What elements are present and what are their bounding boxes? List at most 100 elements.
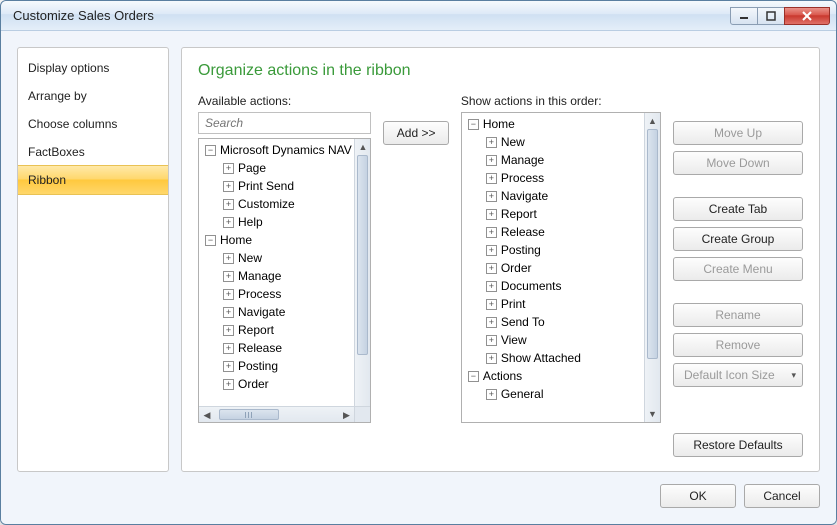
expand-icon[interactable]: + bbox=[486, 245, 497, 256]
expand-icon[interactable]: + bbox=[486, 173, 497, 184]
expand-icon[interactable]: + bbox=[486, 263, 497, 274]
minimize-button[interactable] bbox=[730, 7, 758, 25]
remove-button[interactable]: Remove bbox=[673, 333, 803, 357]
expand-icon[interactable]: + bbox=[223, 289, 234, 300]
scroll-thumb[interactable] bbox=[647, 129, 658, 359]
expand-icon[interactable]: + bbox=[223, 325, 234, 336]
expand-icon[interactable]: + bbox=[486, 137, 497, 148]
tree-row[interactable]: +Customize bbox=[199, 195, 354, 213]
tree-row[interactable]: + Release bbox=[199, 339, 354, 357]
tree-item-label: Documents bbox=[501, 277, 562, 295]
restore-defaults-button[interactable]: Restore Defaults bbox=[673, 433, 803, 457]
tree-row[interactable]: +Report bbox=[199, 321, 354, 339]
horizontal-scrollbar[interactable]: ◀ ▶ bbox=[199, 406, 354, 422]
sidebar-item-ribbon[interactable]: Ribbon bbox=[18, 165, 168, 195]
tree-row[interactable]: +Posting bbox=[462, 241, 644, 259]
tree-row[interactable]: −Home bbox=[199, 231, 354, 249]
expand-icon[interactable]: + bbox=[223, 343, 234, 354]
vertical-scrollbar[interactable]: ▲ ▼ bbox=[354, 139, 370, 422]
tree-row[interactable]: +Send To bbox=[462, 313, 644, 331]
create-group-button[interactable]: Create Group bbox=[673, 227, 803, 251]
sidebar-item-factboxes[interactable]: FactBoxes bbox=[18, 138, 168, 166]
scroll-right-icon[interactable]: ▶ bbox=[338, 407, 354, 423]
expand-icon[interactable]: + bbox=[486, 299, 497, 310]
sidebar-item-arrange-by[interactable]: Arrange by bbox=[18, 82, 168, 110]
tree-row[interactable]: −Home bbox=[462, 115, 644, 133]
rename-button[interactable]: Rename bbox=[673, 303, 803, 327]
order-tree[interactable]: −Home+New+Manage+Process+Navigate+Report… bbox=[461, 112, 661, 423]
expand-icon[interactable]: + bbox=[486, 281, 497, 292]
tree-row[interactable]: +Process bbox=[199, 285, 354, 303]
titlebar[interactable]: Customize Sales Orders bbox=[1, 1, 836, 31]
tree-row[interactable]: +Manage bbox=[199, 267, 354, 285]
collapse-icon[interactable]: − bbox=[205, 145, 216, 156]
scroll-up-icon[interactable]: ▲ bbox=[355, 139, 370, 155]
tree-row[interactable]: +Order bbox=[199, 375, 354, 393]
collapse-icon[interactable]: − bbox=[468, 371, 479, 382]
expand-icon[interactable]: + bbox=[223, 181, 234, 192]
scroll-thumb[interactable] bbox=[219, 409, 279, 420]
expand-icon[interactable]: + bbox=[486, 317, 497, 328]
available-tree[interactable]: −Microsoft Dynamics NAV+Page+Print Send+… bbox=[198, 138, 371, 423]
sidebar-item-display-options[interactable]: Display options bbox=[18, 54, 168, 82]
expand-icon[interactable]: + bbox=[486, 353, 497, 364]
expand-icon[interactable]: + bbox=[486, 191, 497, 202]
tree-row[interactable]: +Navigate bbox=[462, 187, 644, 205]
sidebar-item-label: Display options bbox=[28, 61, 109, 75]
cancel-button[interactable]: Cancel bbox=[744, 484, 820, 508]
tree-row[interactable]: +Navigate bbox=[199, 303, 354, 321]
icon-size-dropdown[interactable]: Default Icon Size ▾ bbox=[673, 363, 803, 387]
vertical-scrollbar[interactable]: ▲ ▼ bbox=[644, 113, 660, 422]
collapse-icon[interactable]: − bbox=[205, 235, 216, 246]
maximize-button[interactable] bbox=[757, 7, 785, 25]
expand-icon[interactable]: + bbox=[486, 335, 497, 346]
button-label: Create Tab bbox=[709, 202, 767, 216]
create-tab-button[interactable]: Create Tab bbox=[673, 197, 803, 221]
tree-row[interactable]: +New bbox=[462, 133, 644, 151]
tree-row[interactable]: +Show Attached bbox=[462, 349, 644, 367]
expand-icon[interactable]: + bbox=[223, 379, 234, 390]
expand-icon[interactable]: + bbox=[486, 209, 497, 220]
create-menu-button[interactable]: Create Menu bbox=[673, 257, 803, 281]
tree-row[interactable]: +Print bbox=[462, 295, 644, 313]
ok-button[interactable]: OK bbox=[660, 484, 736, 508]
tree-row[interactable]: +Page bbox=[199, 159, 354, 177]
move-down-button[interactable]: Move Down bbox=[673, 151, 803, 175]
restore-row: Restore Defaults bbox=[198, 433, 803, 457]
expand-icon[interactable]: + bbox=[223, 307, 234, 318]
tree-row[interactable]: −Microsoft Dynamics NAV bbox=[199, 141, 354, 159]
expand-icon[interactable]: + bbox=[486, 389, 497, 400]
tree-row[interactable]: +Process bbox=[462, 169, 644, 187]
tree-row[interactable]: +General bbox=[462, 385, 644, 403]
tree-row[interactable]: +Order bbox=[462, 259, 644, 277]
expand-icon[interactable]: + bbox=[486, 155, 497, 166]
expand-icon[interactable]: + bbox=[223, 163, 234, 174]
add-button[interactable]: Add >> bbox=[383, 121, 448, 145]
tree-row[interactable]: −Actions bbox=[462, 367, 644, 385]
expand-icon[interactable]: + bbox=[486, 227, 497, 238]
tree-row[interactable]: +Report bbox=[462, 205, 644, 223]
scroll-up-icon[interactable]: ▲ bbox=[645, 113, 660, 129]
tree-row[interactable]: +Print Send bbox=[199, 177, 354, 195]
expand-icon[interactable]: + bbox=[223, 217, 234, 228]
expand-icon[interactable]: + bbox=[223, 253, 234, 264]
sidebar-item-choose-columns[interactable]: Choose columns bbox=[18, 110, 168, 138]
scroll-left-icon[interactable]: ◀ bbox=[199, 407, 215, 423]
tree-row[interactable]: +Release bbox=[462, 223, 644, 241]
tree-row[interactable]: + Documents bbox=[462, 277, 644, 295]
expand-icon[interactable]: + bbox=[223, 271, 234, 282]
tree-row[interactable]: +Posting bbox=[199, 357, 354, 375]
scroll-thumb[interactable] bbox=[357, 155, 368, 355]
search-input[interactable] bbox=[198, 112, 371, 134]
collapse-icon[interactable]: − bbox=[468, 119, 479, 130]
close-button[interactable] bbox=[784, 7, 830, 25]
expand-icon[interactable]: + bbox=[223, 361, 234, 372]
scroll-down-icon[interactable]: ▼ bbox=[645, 406, 660, 422]
tree-row[interactable]: +Help bbox=[199, 213, 354, 231]
expand-icon[interactable]: + bbox=[223, 199, 234, 210]
tree-item-label: Release bbox=[238, 339, 282, 357]
tree-row[interactable]: +View bbox=[462, 331, 644, 349]
tree-row[interactable]: +New bbox=[199, 249, 354, 267]
move-up-button[interactable]: Move Up bbox=[673, 121, 803, 145]
tree-row[interactable]: +Manage bbox=[462, 151, 644, 169]
